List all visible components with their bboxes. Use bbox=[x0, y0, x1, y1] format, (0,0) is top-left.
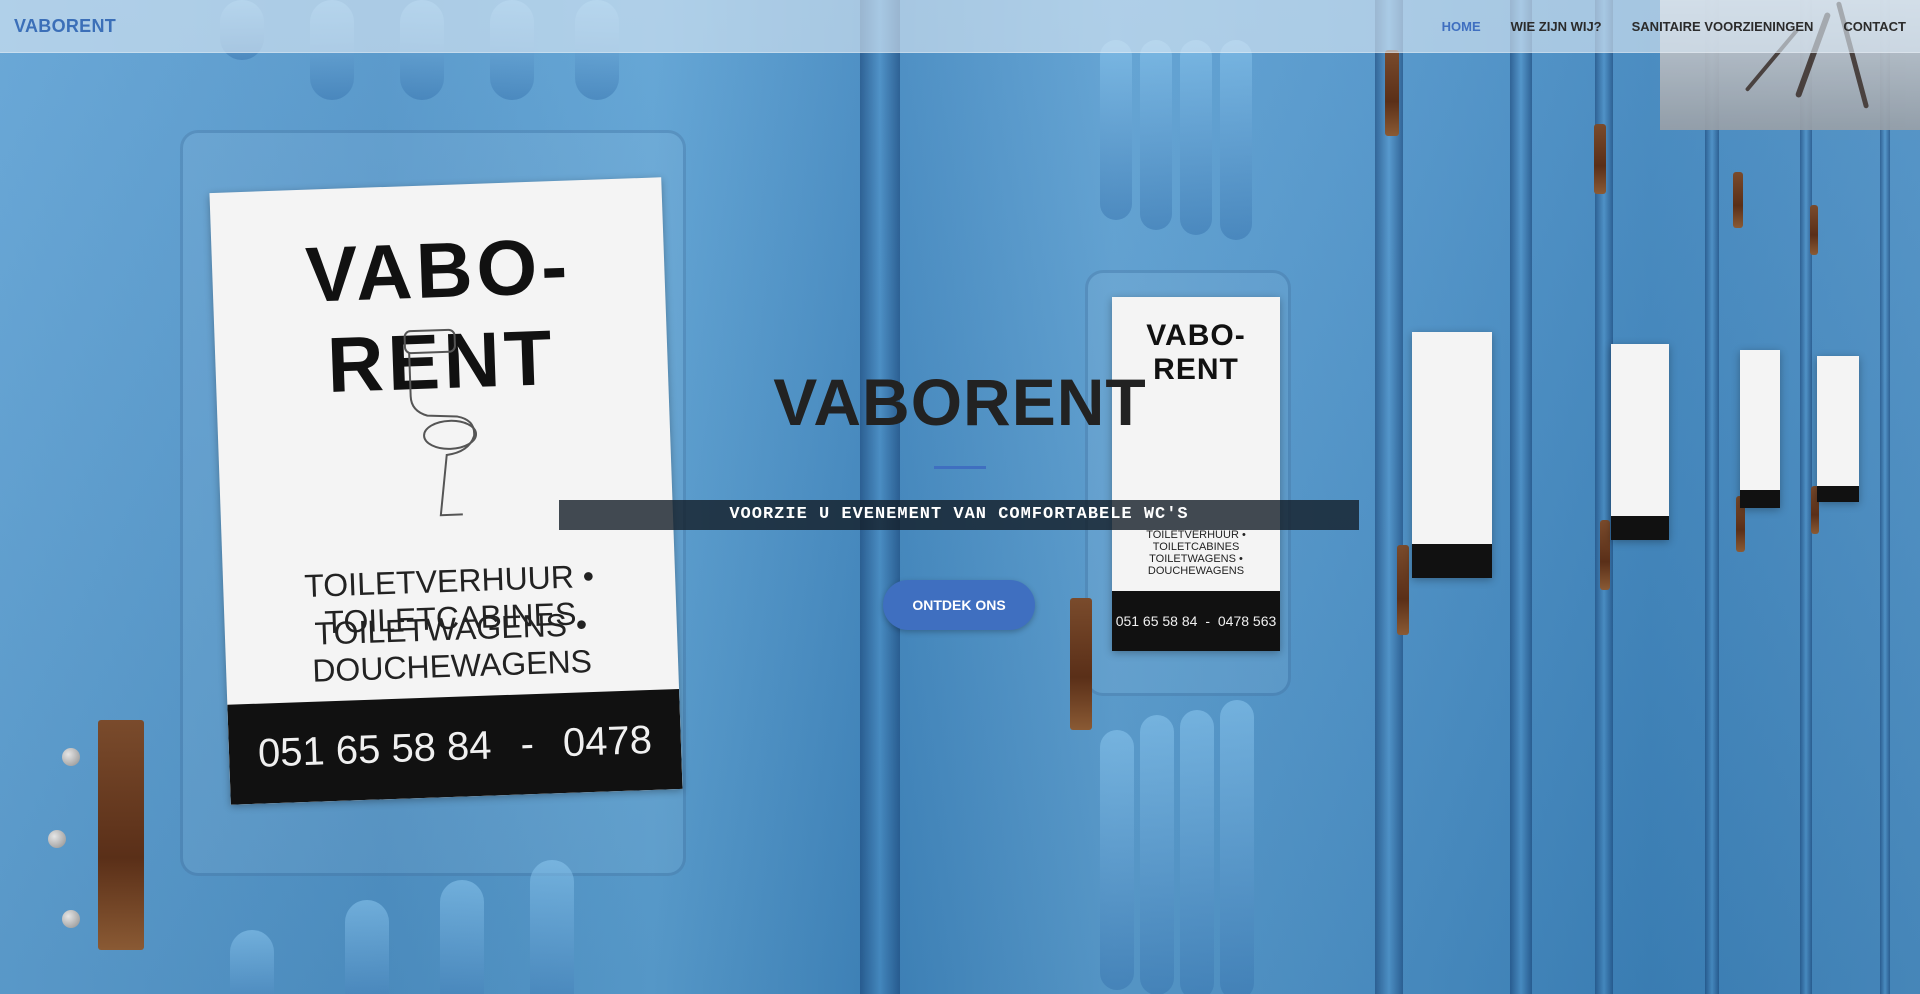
bolt bbox=[48, 830, 66, 848]
door-hinge bbox=[1070, 598, 1092, 730]
door-hinge bbox=[98, 720, 144, 950]
door-hinge bbox=[1385, 50, 1399, 136]
nav-link-contact[interactable]: CONTACT bbox=[1843, 19, 1906, 34]
hero-subtitle: VOORZIE U EVENEMENT VAN COMFORTABELE WC'… bbox=[559, 500, 1359, 530]
sign-line-1: TOILETVERHUUR • TOILETCABINES bbox=[1146, 529, 1246, 553]
panel-bump bbox=[1180, 710, 1214, 994]
panel-bump bbox=[440, 880, 484, 994]
sign-phone: 051 65 58 84 - 0478 563 666 bbox=[1112, 591, 1280, 651]
door-hinge bbox=[1594, 124, 1606, 194]
panel-bump bbox=[1100, 40, 1132, 220]
panel-bump bbox=[1140, 40, 1172, 230]
cabin-sign-large: VABO-RENT TOILETVERHUUR • TOILETCABINES … bbox=[209, 177, 683, 805]
brand-logo-link[interactable]: VABORENT bbox=[14, 16, 116, 37]
panel-bump bbox=[530, 860, 574, 994]
phone-left: 051 65 58 84 bbox=[1115, 613, 1198, 629]
panel-bump bbox=[1220, 40, 1252, 240]
hero-divider bbox=[934, 466, 986, 469]
nav-link-wie-zijn-wij[interactable]: WIE ZIJN WIJ? bbox=[1511, 19, 1602, 34]
phone-separator: - bbox=[1205, 613, 1210, 629]
bolt bbox=[62, 910, 80, 928]
panel-bump bbox=[1140, 715, 1174, 994]
hero-title: VABORENT bbox=[773, 365, 1147, 439]
sign-line-2: TOILETWAGENS • DOUCHEWAGENS bbox=[1147, 553, 1245, 577]
cabin-seam bbox=[1510, 0, 1532, 994]
phone-separator: - bbox=[519, 722, 535, 767]
cabin-seam bbox=[860, 0, 900, 994]
panel-bump bbox=[1100, 730, 1134, 990]
phone-right: 0478 563 666 bbox=[1217, 613, 1277, 629]
ontdek-ons-button[interactable]: ONTDEK ONS bbox=[883, 580, 1035, 630]
nav-links: HOME WIE ZIJN WIJ? SANITAIRE VOORZIENING… bbox=[1412, 19, 1906, 34]
bolt bbox=[62, 748, 80, 766]
cabin-seam bbox=[1880, 0, 1890, 994]
panel-bump bbox=[345, 900, 389, 994]
top-navbar: VABORENT HOME WIE ZIJN WIJ? SANITAIRE VO… bbox=[0, 0, 1920, 53]
panel-bump bbox=[1180, 40, 1212, 235]
sign-phone: 051 65 58 84 - 0478 563 666 bbox=[227, 688, 683, 805]
hero-background-image: VABO-RENT TOILETVERHUUR • TOILETCABINES … bbox=[0, 0, 1920, 994]
panel-bump bbox=[230, 930, 274, 994]
nav-link-home[interactable]: HOME bbox=[1442, 19, 1481, 34]
cabin-seam bbox=[1705, 0, 1719, 994]
cabin-sign-medium: VABO-RENT TOILETVERHUUR • TOILETCABINES … bbox=[1112, 297, 1280, 651]
phone-left: 051 65 58 84 bbox=[257, 723, 493, 776]
cabin-seam bbox=[1375, 0, 1403, 994]
panel-bump bbox=[1220, 700, 1254, 994]
door-hinge bbox=[1397, 545, 1409, 635]
door-hinge bbox=[1733, 172, 1743, 228]
door-hinge bbox=[1600, 520, 1610, 590]
sign-line-2: TOILETWAGENS • DOUCHEWAGENS bbox=[311, 606, 593, 689]
nav-link-sanitaire-voorzieningen[interactable]: SANITAIRE VOORZIENINGEN bbox=[1632, 19, 1814, 34]
door-hinge bbox=[1810, 205, 1818, 255]
